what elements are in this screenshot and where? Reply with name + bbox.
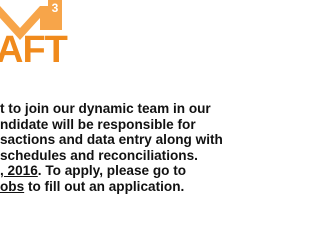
application-instruction-text: to fill out an application. bbox=[24, 178, 185, 194]
logo-badge-number: 3 bbox=[52, 1, 59, 15]
job-description-paragraph: t to join our dynamic team in our ndidat… bbox=[0, 101, 316, 163]
company-logo: 3 AFT bbox=[0, 0, 100, 66]
application-line-2: obs to fill out an application. bbox=[0, 179, 316, 195]
jobs-link[interactable]: obs bbox=[0, 179, 24, 194]
description-line: ndidate will be responsible for bbox=[0, 116, 196, 132]
deadline-date-text: , 2016 bbox=[0, 163, 38, 178]
description-line: sactions and data entry along with bbox=[0, 132, 223, 148]
apply-instruction-text: . To apply, please go to bbox=[37, 163, 187, 178]
description-line: t to join our dynamic team in our bbox=[0, 101, 211, 116]
logo-text: AFT bbox=[0, 29, 68, 66]
application-line-1: , 2016. To apply, please go to bbox=[0, 163, 316, 179]
application-paragraph: , 2016. To apply, please go to obs to fi… bbox=[0, 163, 316, 194]
logo-graphic: 3 AFT bbox=[0, 0, 69, 66]
description-line: schedules and reconciliations. bbox=[0, 147, 198, 163]
